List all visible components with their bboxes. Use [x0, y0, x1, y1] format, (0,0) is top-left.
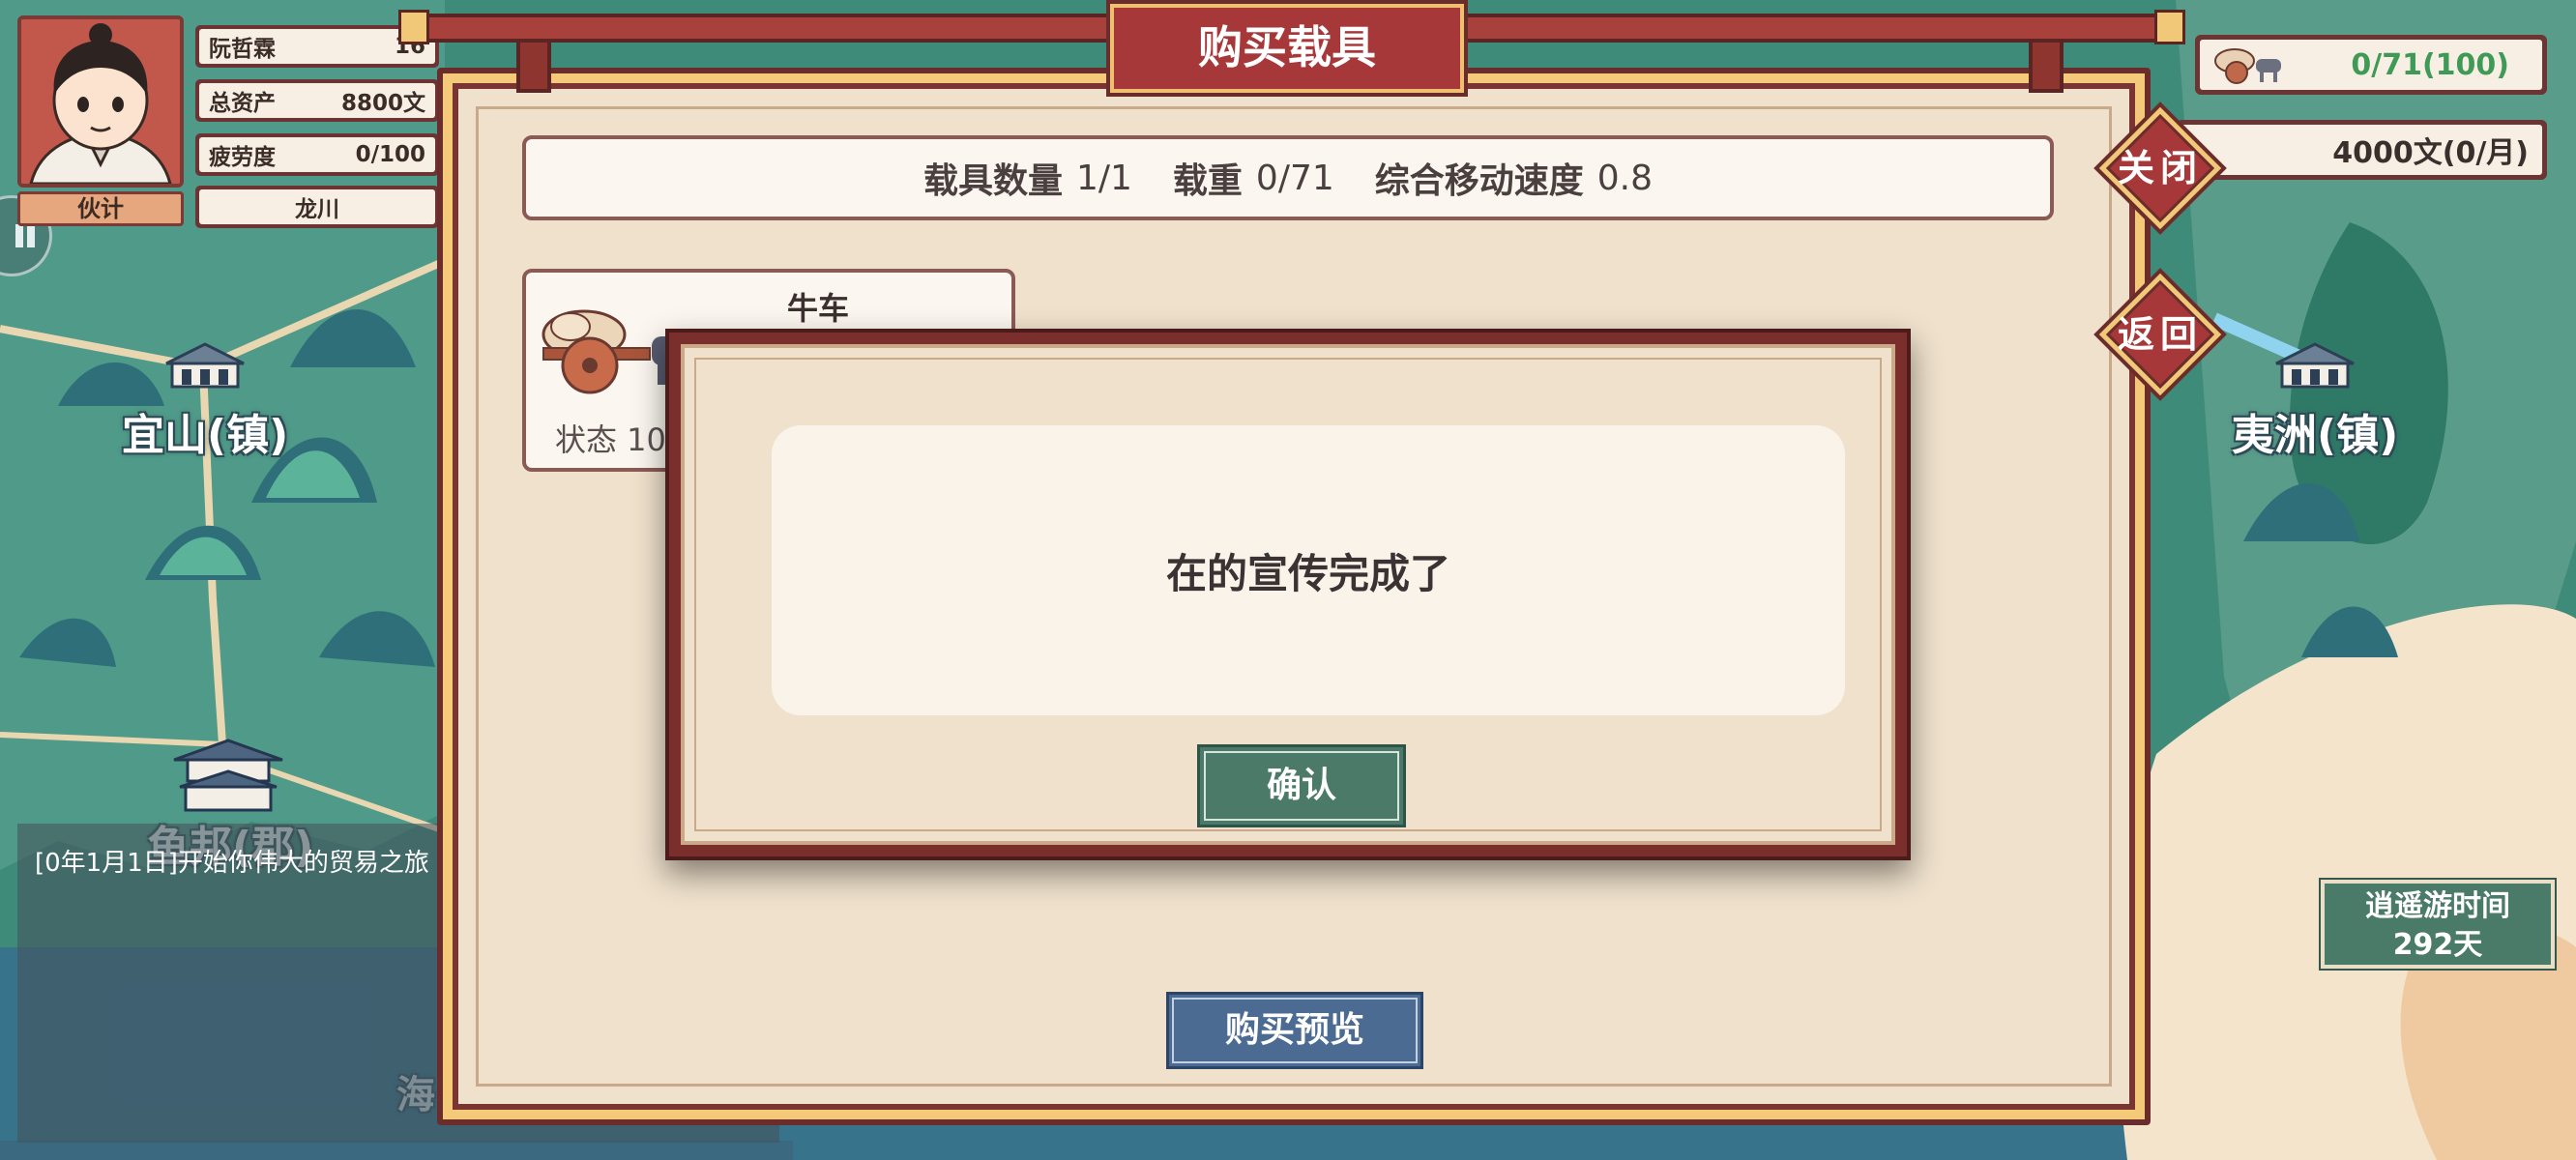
- avatar[interactable]: [17, 15, 184, 188]
- assets-row: 总资产 8800文: [195, 79, 439, 122]
- capacity-row: 0/71(100): [2195, 35, 2547, 95]
- message-popup: 在的宣传完成了 确认: [665, 329, 1911, 860]
- dialog-title: 购买载具: [1106, 0, 1468, 97]
- fatigue-row: 疲劳度 0/100: [195, 133, 439, 176]
- buy-preview-button[interactable]: 购买预览: [1166, 992, 1423, 1069]
- popup-message-box: 在的宣传完成了: [772, 425, 1845, 715]
- back-button[interactable]: 返回: [2093, 267, 2228, 402]
- load-value: 0/71: [1255, 158, 1334, 198]
- back-label: 返回: [2117, 313, 2203, 356]
- town-icon[interactable]: [2270, 340, 2359, 391]
- companion-name: 龙川: [295, 197, 339, 222]
- timer-box: 逍遥游时间 292天: [2319, 878, 2557, 971]
- confirm-button[interactable]: 确认: [1197, 744, 1406, 827]
- speed-label: 综合移动速度: [1374, 161, 1584, 201]
- load-label: 载重: [1172, 161, 1243, 201]
- timer-value: 292天: [2392, 928, 2483, 962]
- beam-post: [2029, 39, 2064, 93]
- county-icon[interactable]: [170, 739, 286, 812]
- fatigue-value: 0/100: [355, 142, 425, 167]
- close-button[interactable]: 关闭: [2093, 101, 2228, 236]
- capacity-value: 0/71(100): [2351, 47, 2509, 82]
- ox-cart-icon: [2214, 48, 2281, 84]
- assets-value: 8800文: [340, 91, 425, 116]
- fatigue-label: 疲劳度: [209, 145, 276, 170]
- popup-body: 在的宣传完成了 确认: [681, 344, 1895, 845]
- fee-value: 4000文(0/月): [2332, 136, 2529, 170]
- count-value: 1/1: [1075, 158, 1132, 198]
- assets-label: 总资产: [209, 91, 276, 116]
- vehicle-info-bar: 载具数量 1/1 载重 0/71 综合移动速度 0.8: [522, 135, 2054, 220]
- town-label-yizhou[interactable]: 夷洲(镇): [2232, 400, 2398, 462]
- timer-label: 逍遥游时间: [2365, 889, 2510, 923]
- role-tag[interactable]: 伙计: [17, 191, 184, 226]
- portrait-icon: [21, 19, 180, 184]
- companion-row[interactable]: 龙川: [195, 186, 439, 228]
- beam-cap: [398, 10, 429, 44]
- beam-cap: [2154, 10, 2185, 44]
- player-name: 阮哲霖: [209, 37, 276, 62]
- speed-value: 0.8: [1596, 158, 1654, 198]
- vehicle-name: 牛车: [787, 290, 850, 327]
- count-label: 载具数量: [922, 161, 1063, 201]
- popup-message: 在的宣传完成了: [1165, 549, 1450, 597]
- close-label: 关闭: [2117, 147, 2203, 189]
- beam-post: [516, 39, 551, 93]
- town-icon[interactable]: [161, 340, 249, 391]
- fee-row: 4000文(0/月): [2176, 120, 2547, 180]
- town-label-yishan[interactable]: 宜山(镇): [122, 400, 288, 462]
